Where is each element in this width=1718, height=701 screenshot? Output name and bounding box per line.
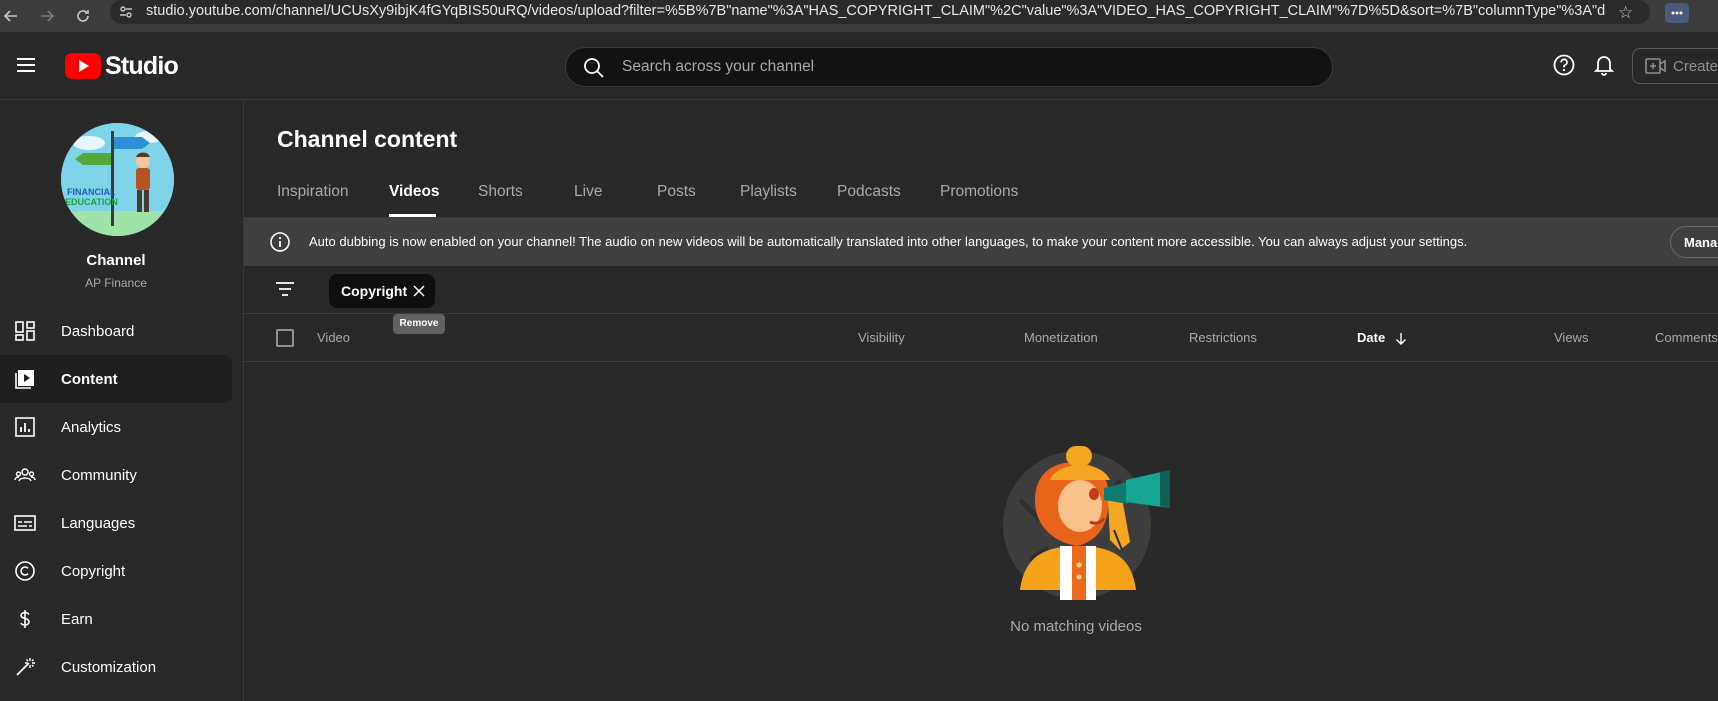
magic-wand-icon <box>14 656 36 678</box>
search-box[interactable] <box>565 47 1333 87</box>
column-restrictions: Restrictions <box>1189 330 1257 345</box>
logo-text: Studio <box>105 51 179 80</box>
bookmark-star-icon[interactable]: ☆ <box>1618 3 1633 23</box>
create-button[interactable]: Create <box>1632 48 1718 84</box>
sidebar-item-customization[interactable]: Customization <box>0 643 232 691</box>
menu-icon[interactable] <box>15 56 37 74</box>
dashboard-icon <box>14 320 36 342</box>
browser-toolbar: studio.youtube.com/channel/UCUsXy9ibjK4f… <box>0 0 1718 32</box>
column-views: Views <box>1554 330 1589 345</box>
languages-icon <box>14 512 36 534</box>
empty-state-illustration <box>1000 440 1180 600</box>
table-header: Video Visibility Monetization Restrictio… <box>244 314 1718 362</box>
sidebar-item-label: Dashboard <box>61 322 135 340</box>
close-icon[interactable] <box>412 284 426 298</box>
sidebar-item-label: Community <box>61 466 137 484</box>
tab-inspiration[interactable]: Inspiration <box>277 183 349 219</box>
banner-text: Auto dubbing is now enabled on your chan… <box>309 234 1468 249</box>
sidebar-item-community[interactable]: Community <box>0 451 232 499</box>
sidebar-item-label: Analytics <box>61 418 122 436</box>
sidebar-item-label: Copyright <box>61 562 126 580</box>
channel-avatar[interactable]: FINANCIAL EDUCATION <box>61 123 174 236</box>
column-video: Video <box>317 330 351 345</box>
earn-icon <box>14 608 36 630</box>
reload-icon[interactable] <box>72 5 94 27</box>
help-icon[interactable] <box>1552 53 1576 77</box>
forward-icon[interactable] <box>36 5 58 27</box>
column-monetization: Monetization <box>1024 330 1098 345</box>
sidebar-item-label: Content <box>61 370 118 388</box>
svg-text:EDUCATION: EDUCATION <box>65 197 118 207</box>
search-icon <box>583 57 605 79</box>
sidebar-item-earn[interactable]: Earn <box>0 595 232 643</box>
manage-button[interactable]: Manage <box>1670 226 1718 258</box>
youtube-studio-logo[interactable]: Studio <box>65 51 179 80</box>
create-label: Create <box>1673 57 1718 75</box>
studio-header: Studio Create <box>0 32 1718 100</box>
channel-label: Channel <box>86 252 146 269</box>
tab-promotions[interactable]: Promotions <box>940 183 1018 219</box>
analytics-icon <box>14 416 36 438</box>
sidebar: FINANCIAL EDUCATION Channel AP Finance D… <box>0 100 244 701</box>
sidebar-item-copyright[interactable]: Copyright <box>0 547 232 595</box>
back-icon[interactable] <box>0 5 22 27</box>
sidebar-item-label: Earn <box>61 610 93 628</box>
tab-shorts[interactable]: Shorts <box>478 183 523 219</box>
extension-icon[interactable] <box>1665 3 1689 23</box>
notifications-icon[interactable] <box>1592 52 1616 78</box>
column-visibility: Visibility <box>858 330 905 345</box>
column-date-label: Date <box>1357 330 1386 345</box>
sidebar-item-languages[interactable]: Languages <box>0 499 232 547</box>
filter-icon[interactable] <box>274 280 296 298</box>
create-video-icon <box>1645 58 1666 74</box>
copyright-icon <box>14 560 36 582</box>
chip-label: Copyright <box>341 283 408 299</box>
column-date[interactable]: Date <box>1357 330 1407 346</box>
site-info-icon[interactable] <box>118 4 134 20</box>
youtube-logo-icon <box>65 53 101 79</box>
sidebar-item-analytics[interactable]: Analytics <box>0 403 232 451</box>
tab-posts[interactable]: Posts <box>657 183 696 219</box>
channel-name: AP Finance <box>85 276 147 290</box>
sidebar-item-label: Languages <box>61 514 136 532</box>
tab-podcasts[interactable]: Podcasts <box>837 183 901 219</box>
page-title: Channel content <box>277 126 458 152</box>
url-text: studio.youtube.com/channel/UCUsXy9ibjK4f… <box>146 3 1606 19</box>
sort-arrow-down-icon <box>1395 332 1407 346</box>
sidebar-item-label: Customization <box>61 658 157 676</box>
tab-playlists[interactable]: Playlists <box>740 183 797 219</box>
select-all-checkbox[interactable] <box>276 329 294 347</box>
info-icon <box>269 231 291 253</box>
community-icon <box>14 464 36 486</box>
auto-dubbing-banner: Auto dubbing is now enabled on your chan… <box>244 218 1718 266</box>
copyright-filter-chip[interactable]: Copyright <box>329 274 435 308</box>
column-comments: Comments <box>1655 330 1718 345</box>
content-icon <box>14 368 36 390</box>
sidebar-item-dashboard[interactable]: Dashboard <box>0 307 232 355</box>
sidebar-item-content[interactable]: Content <box>0 355 232 403</box>
tab-live[interactable]: Live <box>574 183 602 219</box>
empty-state-message: No matching videos <box>1010 618 1142 635</box>
svg-text:FINANCIAL: FINANCIAL <box>67 187 116 197</box>
search-input[interactable] <box>622 48 1302 86</box>
